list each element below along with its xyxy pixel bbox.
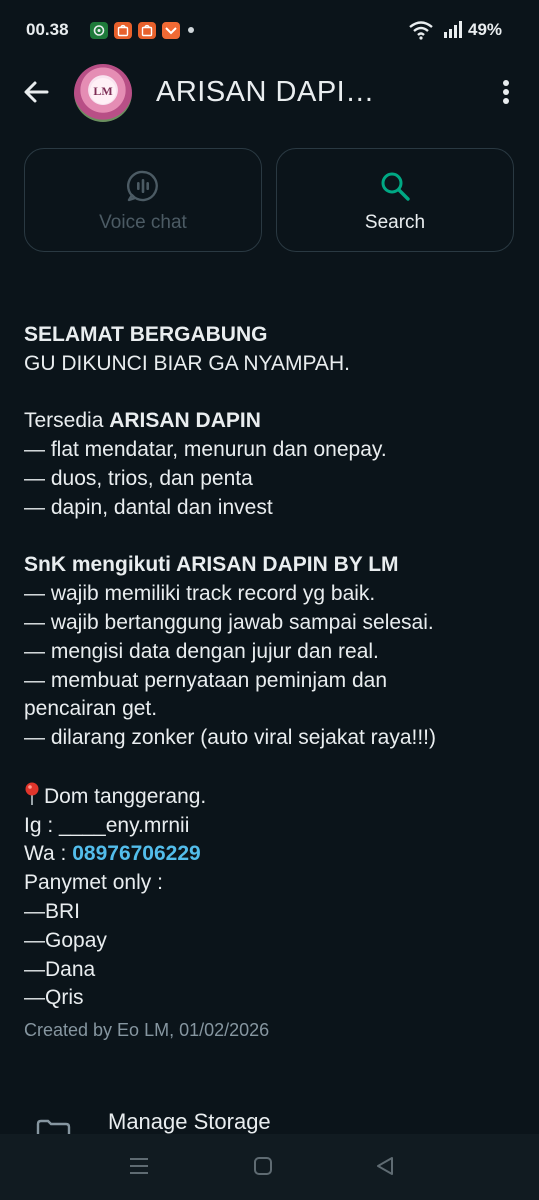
available-prefix: Tersedia: [24, 409, 110, 433]
home-icon[interactable]: [253, 1156, 273, 1181]
wa-line: Wa : 08976706229: [24, 840, 524, 869]
status-bar: 00.38 49%: [0, 0, 539, 62]
voice-chat-icon: [126, 169, 160, 208]
signal-icon: [443, 21, 463, 44]
manage-storage-item[interactable]: Manage Storage: [108, 1109, 271, 1135]
dom-line: Dom tanggerang.: [24, 782, 524, 812]
recent-apps-icon[interactable]: [128, 1156, 150, 1181]
available-line: Tersedia ARISAN DAPIN: [24, 407, 524, 436]
payment-heading: Panymet only :: [24, 871, 163, 895]
more-options-icon[interactable]: [500, 78, 512, 113]
description-line: GU DIKUNCI BIAR GA NYAMPAH.: [24, 351, 350, 375]
system-nav-bar: [0, 1134, 539, 1200]
welcome-heading: SELAMAT BERGABUNG: [24, 323, 268, 346]
more-dot-icon: [188, 27, 194, 33]
avatar-logo: LM: [90, 78, 116, 104]
dom-text: Dom tanggerang.: [44, 784, 207, 808]
search-button[interactable]: Search: [276, 148, 514, 252]
phone-link[interactable]: 08976706229: [72, 842, 200, 865]
battery-level: 49%: [468, 20, 503, 39]
snk-heading: SnK mengikuti ARISAN DAPIN BY LM: [24, 553, 399, 577]
voice-chat-button[interactable]: Voice chat: [24, 148, 262, 252]
voice-chat-label: Voice chat: [99, 212, 187, 233]
status-time: 00.38: [26, 20, 69, 39]
wifi-icon: [408, 20, 434, 45]
group-avatar[interactable]: LM: [74, 64, 132, 122]
shopee-icon: [138, 22, 156, 39]
payment-item: —Dana: [24, 957, 96, 981]
payment-item: —Qris: [24, 986, 84, 1010]
ig-line: Ig : ____eny.mrnii: [24, 813, 190, 837]
back-nav-icon[interactable]: [375, 1156, 395, 1181]
app-notification-icon: [90, 22, 108, 39]
search-label: Search: [364, 212, 426, 233]
created-by-text: Created by Eo LM, 01/02/2026: [24, 1020, 270, 1040]
game-icon: [162, 22, 180, 39]
wa-prefix: Wa :: [24, 842, 73, 866]
list-item: — wajib memiliki track record yg baik.: [24, 582, 376, 606]
group-description: SELAMAT BERGABUNG GU DIKUNCI BIAR GA NYA…: [24, 321, 524, 1013]
back-arrow-icon[interactable]: [22, 78, 50, 111]
available-bold: ARISAN DAPIN: [109, 409, 261, 433]
payment-item: —BRI: [24, 899, 81, 923]
list-item: — dilarang zonker (auto viral sejakat ra…: [24, 726, 437, 750]
group-title[interactable]: ARISAN DAPI…: [156, 76, 375, 109]
list-item: — dapin, dantal dan invest: [24, 495, 273, 519]
search-icon: [378, 169, 412, 208]
list-item: — mengisi data dengan jujur dan real.: [24, 639, 379, 663]
shopee-icon: [114, 22, 132, 39]
list-item: — duos, trios, dan penta: [24, 466, 253, 490]
payment-item: —Gopay: [24, 928, 107, 952]
list-item: — membuat pernyataan peminjam dan pencai…: [24, 668, 388, 721]
list-item: — wajib bertanggung jawab sampai selesai…: [24, 610, 434, 634]
list-item: — flat mendatar, menurun dan onepay.: [24, 438, 387, 462]
location-pin-icon: [24, 782, 40, 806]
app-bar: LM ARISAN DAPI…: [0, 62, 539, 124]
